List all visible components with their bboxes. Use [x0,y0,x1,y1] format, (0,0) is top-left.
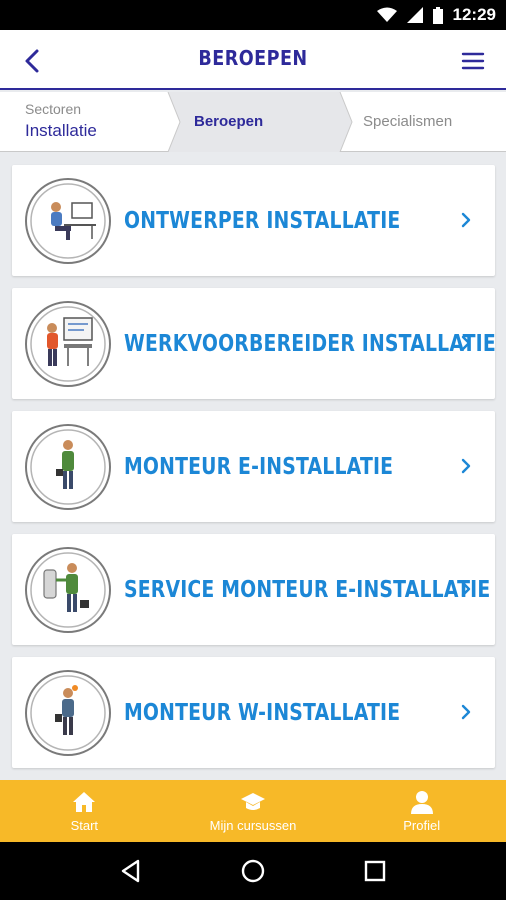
wifi-icon [376,7,397,22]
profession-card[interactable]: WERKVOORBEREIDER INSTALLATIE [12,288,496,399]
hamburger-icon [461,52,485,70]
bottom-nav: Start Mijn cursussen Profiel [0,780,506,842]
breadcrumb-sector-value: Installatie [25,121,97,140]
profession-label: MONTEUR W-INSTALLATIE [124,699,401,726]
designer-at-desk-illustration [25,178,111,264]
profession-label: SERVICE MONTEUR E-INSTALLATIE [124,576,491,603]
chevron-right-icon [461,704,471,720]
nav-item-profiel[interactable]: Profiel [337,780,506,842]
nav-label: Profiel [403,818,441,833]
status-bar: 12:29 [0,0,506,30]
status-icons: 12:29 [376,0,496,30]
home-icon [73,792,96,812]
nav-item-mijn-cursussen[interactable]: Mijn cursussen [169,780,338,842]
chevron-right-icon [461,581,471,597]
home-circle-icon[interactable] [240,858,266,884]
breadcrumb-sector-caption: Sectoren [25,101,82,117]
chevron-right-icon [461,212,471,228]
signal-icon [406,7,423,23]
graduation-cap-icon [241,793,265,810]
profession-label: WERKVOORBEREIDER INSTALLATIE [124,330,496,357]
chevron-right-icon [461,335,471,351]
back-triangle-icon[interactable] [118,858,144,884]
nav-label: Mijn cursussen [209,818,297,833]
service-electrician-illustration [25,547,111,633]
electrician-illustration [25,424,111,510]
nav-item-start[interactable]: Start [0,780,169,842]
status-time: 12:29 [452,5,496,24]
recents-square-icon[interactable] [362,858,388,884]
planner-at-board-illustration [25,301,111,387]
profession-card[interactable]: ONTWERPER INSTALLATIE [12,165,495,276]
nav-label: Start [70,818,99,833]
plumber-illustration [25,670,111,756]
breadcrumb-next[interactable]: Specialismen [363,113,452,130]
profession-label: ONTWERPER INSTALLATIE [124,207,401,234]
chevron-right-icon [461,458,471,474]
profession-label: MONTEUR E-INSTALLATIE [124,453,394,480]
menu-button[interactable] [460,48,486,74]
battery-icon [432,6,443,24]
user-icon [410,791,433,814]
profession-card[interactable]: MONTEUR W-INSTALLATIE [12,657,495,768]
breadcrumb-current: Beroepen [194,113,264,130]
breadcrumb: Sectoren Installatie Beroepen Specialism… [0,92,506,152]
page-title: BEROEPEN [198,46,308,70]
profession-card[interactable]: MONTEUR E-INSTALLATIE [12,411,495,522]
system-nav-bar [0,842,506,900]
profession-list: ONTWERPER INSTALLATIE WERKVOORBEREIDER I… [12,165,496,780]
profession-card[interactable]: SERVICE MONTEUR E-INSTALLATIE [12,534,495,645]
app-bar: BEROEPEN [0,30,506,90]
